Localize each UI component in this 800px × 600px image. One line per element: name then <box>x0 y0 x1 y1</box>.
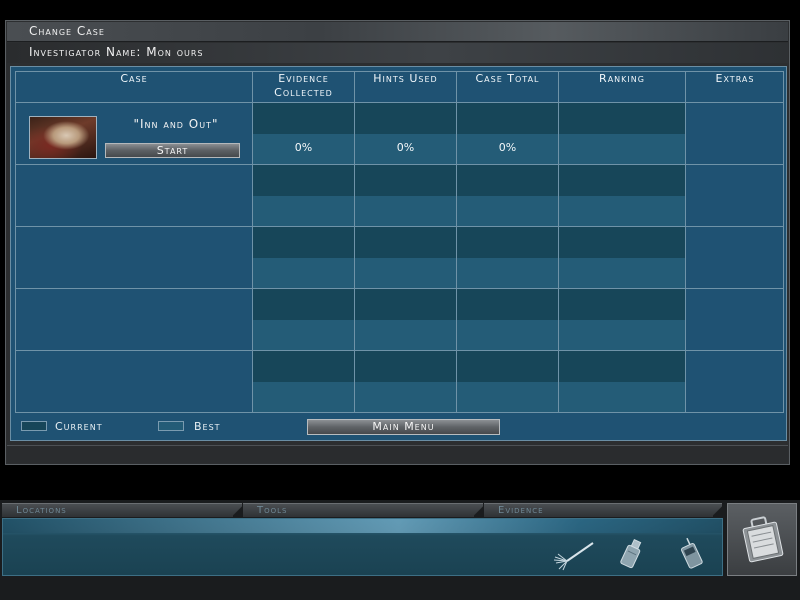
header-case-total: Case Total <box>475 72 540 85</box>
briefcase-button[interactable] <box>727 503 797 576</box>
start-case-button[interactable]: Start <box>105 143 240 158</box>
hints-used-value: 0% <box>396 141 415 154</box>
column-divider <box>456 71 457 412</box>
legend-best-label: Best <box>194 420 221 433</box>
column-divider <box>252 71 253 412</box>
duster-brush-icon[interactable] <box>553 539 595 571</box>
tab-evidence[interactable]: Evidence <box>484 503 723 518</box>
header-extras: Extras <box>715 72 755 85</box>
investigator-bar: Investigator Name: Mon ours <box>7 43 788 63</box>
bottom-toolbar: Locations Tools Evidence <box>0 500 800 600</box>
change-case-dialog: Change Case Investigator Name: Mon ours … <box>5 20 790 465</box>
main-menu-button[interactable]: Main Menu <box>307 419 500 435</box>
spray-bottle-icon[interactable] <box>619 537 645 571</box>
legend-current-label: Current <box>55 420 103 433</box>
header-hints-used: Hints Used <box>373 72 438 85</box>
column-divider <box>354 71 355 412</box>
case-total-value: 0% <box>498 141 517 154</box>
case-name: "Inn and Out" <box>133 117 219 131</box>
row-divider <box>15 164 783 165</box>
header-evidence-collected: Evidence Collected <box>274 72 333 99</box>
inventory-bar <box>2 518 723 576</box>
header-ranking: Ranking <box>599 72 645 85</box>
header-case: Case <box>120 72 148 85</box>
dialog-title: Change Case <box>29 24 105 38</box>
row-divider <box>15 226 783 227</box>
briefcase-icon <box>742 516 784 563</box>
column-divider <box>558 71 559 412</box>
case-thumbnail-image[interactable] <box>29 116 97 159</box>
legend-best-swatch <box>158 421 184 431</box>
row-divider <box>15 102 783 103</box>
legend-current-swatch <box>21 421 47 431</box>
case-table-panel: Case Evidence Collected Hints Used Case … <box>10 66 787 441</box>
phone-scanner-icon[interactable] <box>677 537 705 571</box>
tab-tools[interactable]: Tools <box>243 503 484 518</box>
investigator-name: Investigator Name: Mon ours <box>29 45 204 59</box>
row-divider <box>15 350 783 351</box>
evidence-collected-value: 0% <box>294 141 313 154</box>
title-bar: Change Case <box>7 22 788 42</box>
dialog-footer <box>7 445 788 463</box>
tab-locations[interactable]: Locations <box>2 503 243 518</box>
column-divider <box>685 71 686 412</box>
row-divider <box>15 288 783 289</box>
